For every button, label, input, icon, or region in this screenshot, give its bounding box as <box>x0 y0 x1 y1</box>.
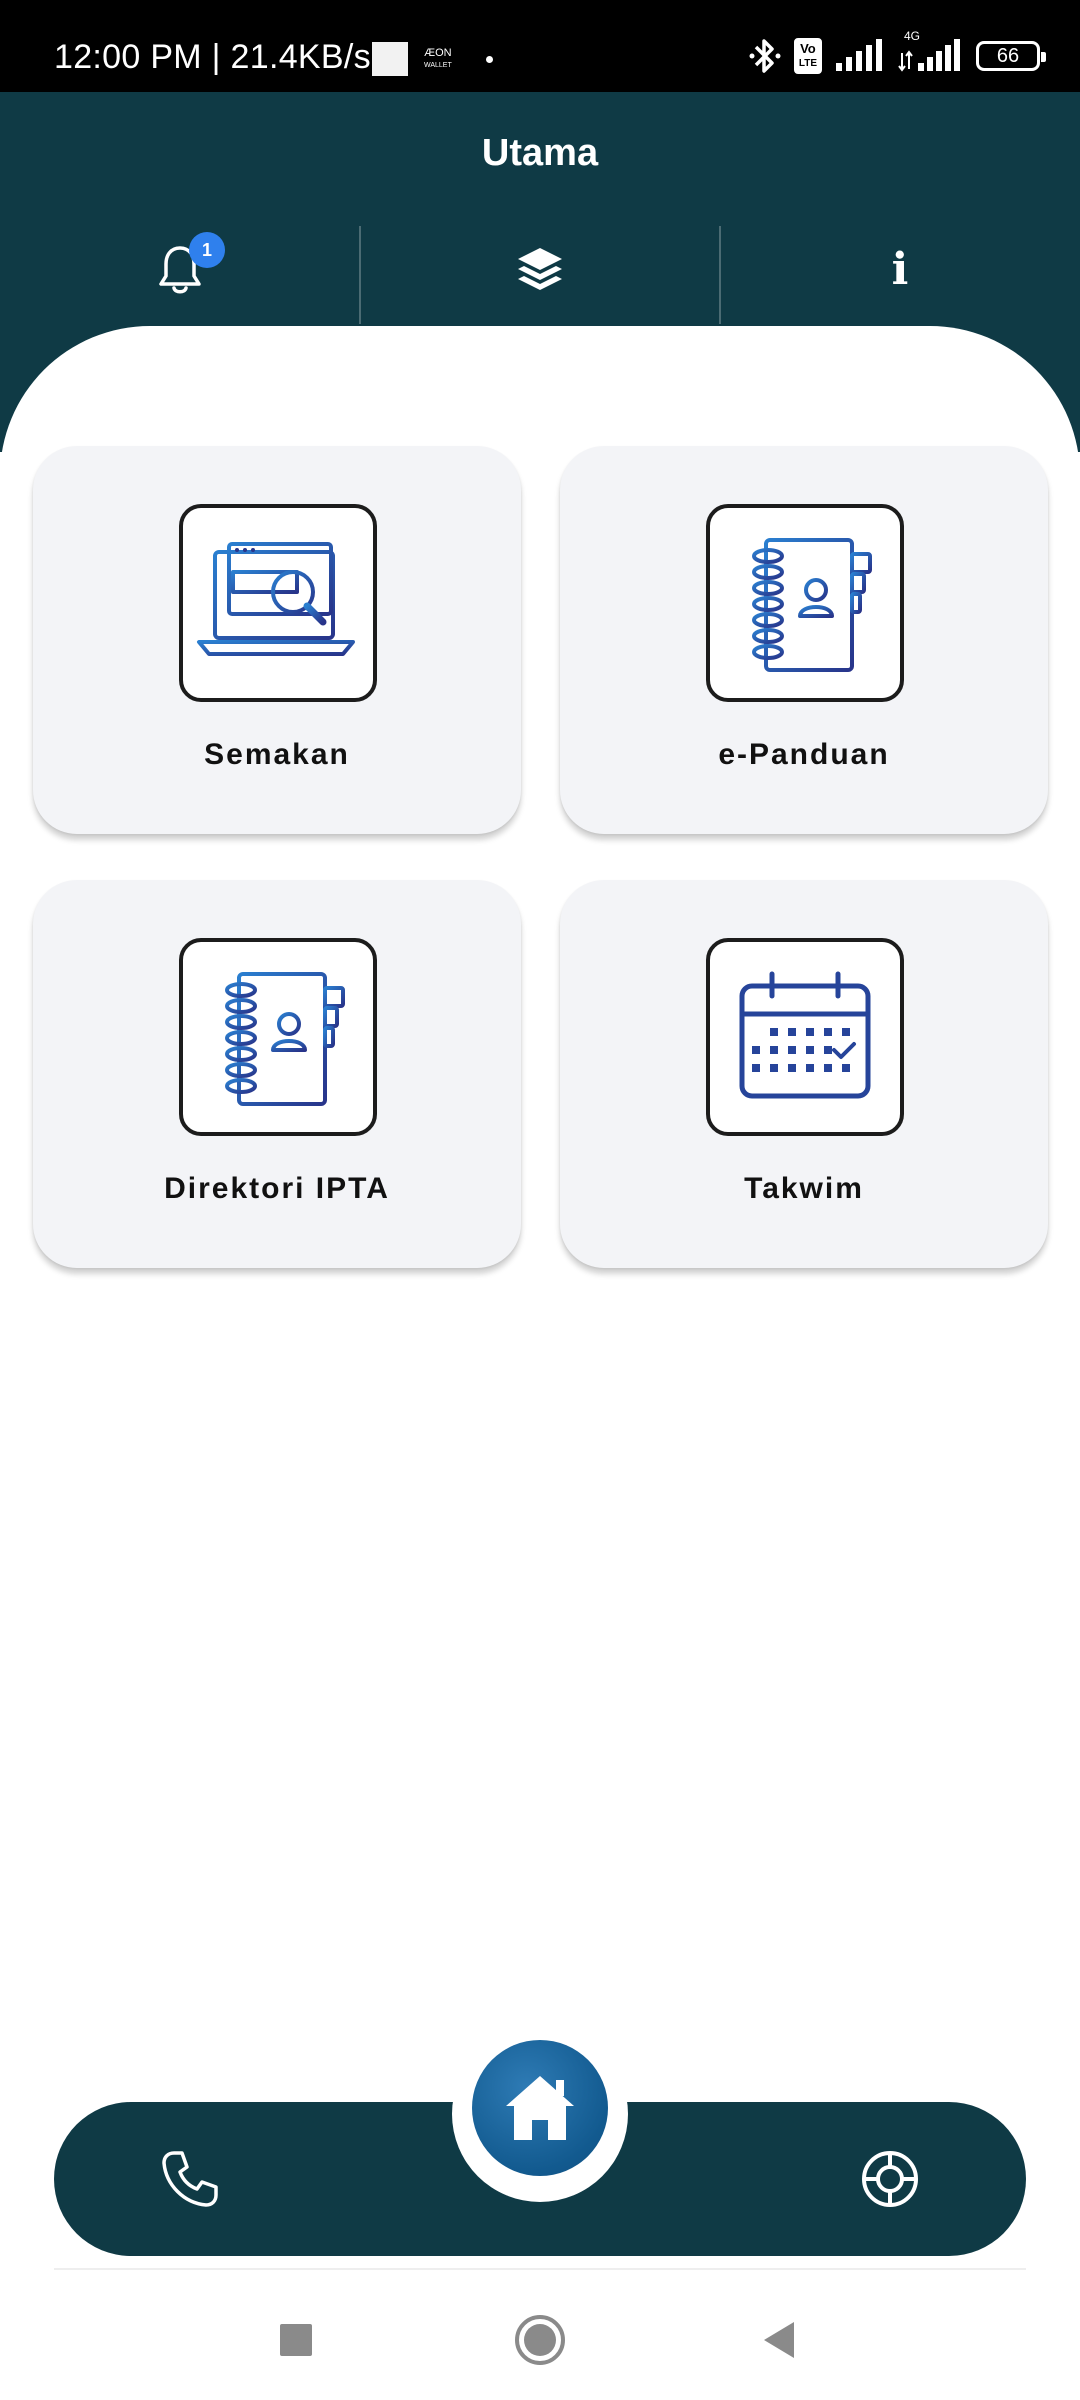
card-label: e-Panduan <box>718 738 890 771</box>
card-icon-frame <box>179 504 377 702</box>
circle-icon <box>515 2315 565 2365</box>
laptop-search-icon <box>197 542 355 656</box>
card-icon-frame <box>179 938 377 1136</box>
card-takwim[interactable]: Takwim <box>560 880 1048 1268</box>
status-time: 12:00 PM | 21.4KB/s <box>54 38 371 76</box>
signal-icon <box>836 39 882 71</box>
info-button[interactable]: i <box>720 214 1080 324</box>
home-icon <box>506 2076 574 2140</box>
home-button[interactable] <box>472 2040 608 2176</box>
calendar-icon <box>739 971 871 1099</box>
network-type: 4G <box>904 29 921 43</box>
card-e-panduan[interactable]: e-Panduan <box>560 446 1048 834</box>
battery-icon: 66 <box>976 41 1046 71</box>
card-label: Direktori IPTA <box>164 1172 390 1205</box>
phone-button[interactable] <box>110 2102 270 2256</box>
system-home-button[interactable] <box>508 2308 572 2372</box>
header-toolbar: 1 i <box>0 214 1080 324</box>
card-icon-frame <box>706 938 904 1136</box>
notification-dot-icon <box>486 56 493 63</box>
card-semakan[interactable]: Semakan <box>33 446 521 834</box>
page-title: Utama <box>481 132 599 174</box>
address-book-icon <box>752 538 872 672</box>
support-button[interactable] <box>810 2102 970 2256</box>
content-sheet: Semakan e-Panduan Direktori IPTA Takwim <box>0 326 1080 2226</box>
address-book-icon <box>225 972 345 1106</box>
system-nav-divider <box>54 2268 1026 2270</box>
status-bar: 12:00 PM | 21.4KB/s ÆON WALLET Vo LTE 4G <box>0 0 1080 92</box>
aeon-wallet-icon: ÆON WALLET <box>424 48 452 71</box>
bluetooth-icon <box>749 39 781 73</box>
notifications-button[interactable]: 1 <box>0 214 360 324</box>
info-icon: i <box>891 243 909 295</box>
volte-line1: Vo <box>800 41 816 56</box>
volte-line2: LTE <box>798 58 817 69</box>
back-button[interactable] <box>748 2308 812 2372</box>
signal-4g-icon: 4G <box>898 29 964 73</box>
battery-level: 66 <box>996 45 1020 67</box>
layers-button[interactable] <box>360 214 720 324</box>
volte-icon: Vo LTE <box>793 38 822 74</box>
recents-button[interactable] <box>264 2308 328 2372</box>
card-label: Takwim <box>744 1172 864 1205</box>
layers-icon <box>518 248 562 290</box>
square-icon <box>280 2324 312 2356</box>
system-navigation <box>0 2300 1080 2380</box>
notification-badge: 1 <box>189 232 225 268</box>
aeon-wallet-line1: ÆON <box>424 47 452 59</box>
status-icons: Vo LTE 4G 66 <box>748 29 1046 76</box>
aeon-wallet-line2: WALLET <box>424 62 452 69</box>
notification-square-icon <box>372 42 408 76</box>
phone-icon <box>162 2151 218 2207</box>
card-direktori-ipta[interactable]: Direktori IPTA <box>33 880 521 1268</box>
back-triangle-icon <box>764 2322 794 2358</box>
card-icon-frame <box>706 504 904 702</box>
card-label: Semakan <box>204 738 350 771</box>
lifebuoy-icon <box>862 2151 918 2207</box>
